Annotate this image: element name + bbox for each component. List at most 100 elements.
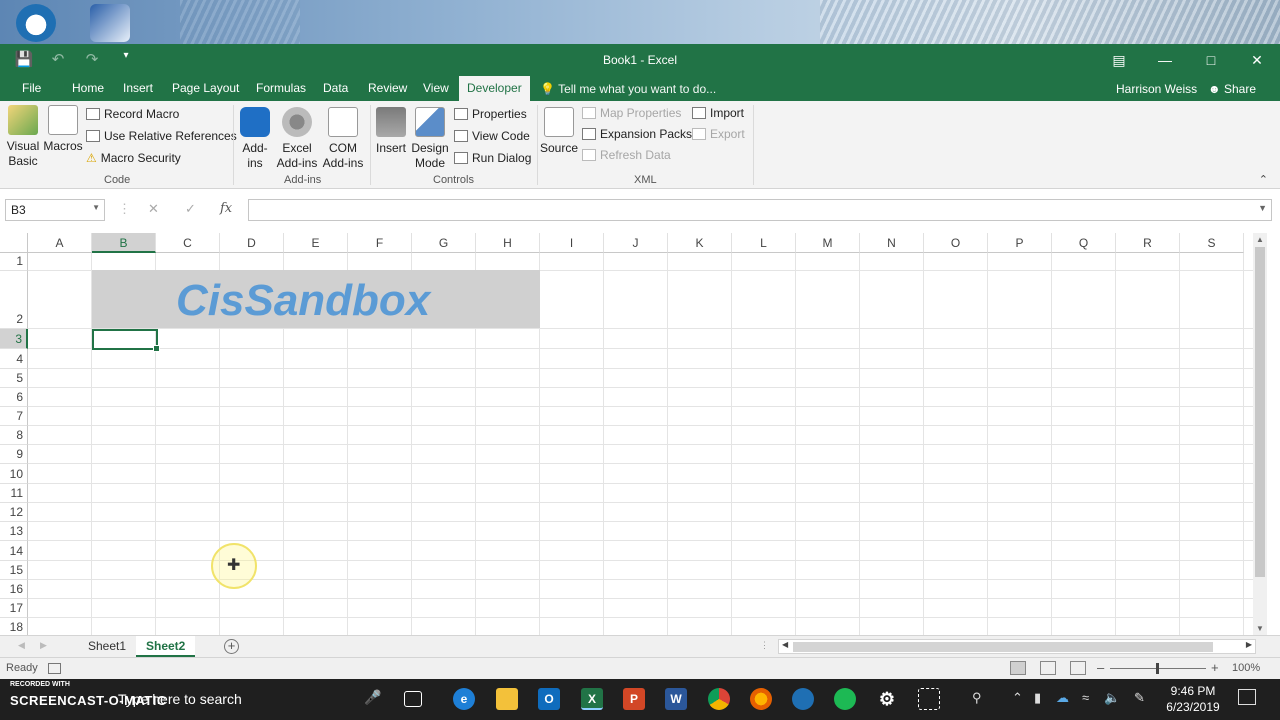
expansion-packs-button[interactable]: Expansion Packs [582, 127, 692, 141]
word-icon[interactable]: W [665, 688, 687, 710]
row-header-11[interactable]: 11 [0, 484, 28, 503]
run-dialog-button[interactable]: Run Dialog [454, 151, 531, 165]
collapse-ribbon-icon[interactable]: ⌃ [1259, 173, 1268, 186]
pen-icon[interactable]: ✎ [1134, 690, 1145, 706]
column-header-d[interactable]: D [220, 233, 284, 253]
macros-button[interactable]: Macros [42, 105, 84, 154]
column-header-g[interactable]: G [412, 233, 476, 253]
desktop-app-icon[interactable] [16, 4, 56, 42]
sheet-tab-sheet1[interactable]: Sheet1 [78, 636, 136, 657]
ribbon-display-options-icon[interactable]: ▤ [1096, 44, 1142, 76]
add-ins-button[interactable]: Add-ins [238, 107, 272, 171]
scroll-up-icon[interactable]: ▲ [1253, 235, 1267, 244]
column-header-n[interactable]: N [860, 233, 924, 253]
tell-me-search[interactable]: 💡 Tell me what you want to do... [540, 82, 716, 96]
column-header-s[interactable]: S [1180, 233, 1244, 253]
zoom-out-icon[interactable]: – [1097, 660, 1104, 675]
row-header-14[interactable]: 14 [0, 541, 28, 561]
add-sheet-icon[interactable]: + [224, 639, 239, 654]
macro-recording-icon[interactable] [48, 663, 61, 674]
snip-icon[interactable] [918, 688, 940, 710]
column-header-r[interactable]: R [1116, 233, 1180, 253]
worksheet-grid[interactable]: ABCDEFGHIJKLMNOPQRS 1 2 3 4 5 6 7 8 9 10 11 12 13 14 1… [0, 231, 1280, 635]
row-header-17[interactable]: 17 [0, 599, 28, 618]
row-header-8[interactable]: 8 [0, 426, 28, 445]
column-header-l[interactable]: L [732, 233, 796, 253]
enter-icon[interactable]: ✓ [185, 201, 196, 217]
desktop-network-icon[interactable] [90, 4, 130, 42]
zoom-in-icon[interactable]: + [1211, 660, 1219, 675]
column-header-e[interactable]: E [284, 233, 348, 253]
tab-developer[interactable]: Developer [459, 76, 530, 101]
outlook-icon[interactable]: O [538, 688, 560, 710]
volume-icon[interactable]: 🔈 [1104, 690, 1120, 706]
people-icon[interactable]: ⚲ [972, 690, 982, 706]
next-sheet-icon[interactable]: ▶ [40, 640, 47, 651]
column-header-i[interactable]: I [540, 233, 604, 253]
page-break-view-icon[interactable] [1070, 661, 1086, 675]
insert-function-icon[interactable]: fx [220, 201, 232, 216]
maximize-icon[interactable]: □ [1188, 44, 1234, 76]
battery-icon[interactable]: ▮ [1034, 690, 1041, 706]
vertical-scroll-thumb[interactable] [1255, 247, 1265, 577]
tab-view[interactable]: View [415, 76, 457, 101]
export-button[interactable]: Export [692, 127, 745, 141]
column-header-p[interactable]: P [988, 233, 1052, 253]
tab-review[interactable]: Review [360, 76, 415, 101]
refresh-data-button[interactable]: Refresh Data [582, 148, 671, 162]
app-icon[interactable] [792, 688, 814, 710]
show-hidden-icons-icon[interactable]: ⌃ [1012, 690, 1023, 706]
row-header-2[interactable]: 2 [0, 271, 28, 329]
row-header-5[interactable]: 5 [0, 369, 28, 388]
row-header-16[interactable]: 16 [0, 580, 28, 599]
file-explorer-icon[interactable] [496, 688, 518, 710]
close-icon[interactable]: ✕ [1234, 44, 1280, 76]
tab-formulas[interactable]: Formulas [248, 76, 314, 101]
row-header-12[interactable]: 12 [0, 503, 28, 522]
column-header-m[interactable]: M [796, 233, 860, 253]
row-header-6[interactable]: 6 [0, 388, 28, 407]
visual-basic-button[interactable]: Visual Basic [4, 105, 42, 169]
column-header-j[interactable]: J [604, 233, 668, 253]
insert-controls-button[interactable]: Insert [374, 107, 408, 156]
column-header-h[interactable]: H [476, 233, 540, 253]
row-header-10[interactable]: 10 [0, 464, 28, 484]
macro-security-button[interactable]: ⚠ Macro Security [86, 151, 181, 165]
tab-home[interactable]: Home [64, 76, 112, 101]
tab-insert[interactable]: Insert [115, 76, 161, 101]
banner-cell[interactable]: CisSandbox [92, 270, 540, 328]
chrome-icon[interactable] [708, 688, 730, 710]
selected-cell[interactable] [92, 329, 160, 352]
user-name[interactable]: Harrison Weiss [1116, 82, 1197, 96]
excel-add-ins-button[interactable]: Excel Add-ins [274, 107, 320, 171]
onedrive-icon[interactable]: ☁ [1056, 690, 1069, 706]
row-header-1[interactable]: 1 [0, 253, 28, 271]
design-mode-button[interactable]: Design Mode [410, 107, 450, 171]
zoom-level[interactable]: 100% [1232, 662, 1260, 674]
chevron-down-icon[interactable]: ▼ [92, 203, 100, 212]
record-macro-button[interactable]: Record Macro [86, 107, 179, 121]
scroll-left-icon[interactable]: ◀ [782, 640, 788, 649]
taskbar-search[interactable]: Type here to search [118, 691, 242, 707]
row-header-7[interactable]: 7 [0, 407, 28, 426]
sheet-tab-sheet2[interactable]: Sheet2 [136, 636, 196, 657]
column-header-q[interactable]: Q [1052, 233, 1116, 253]
row-header-4[interactable]: 4 [0, 349, 28, 369]
column-header-f[interactable]: F [348, 233, 412, 253]
excel-icon[interactable]: X [581, 688, 603, 710]
column-header-a[interactable]: A [28, 233, 92, 253]
column-header-b[interactable]: B [92, 233, 156, 253]
taskbar-clock[interactable]: 9:46 PM 6/23/2019 [1160, 683, 1226, 715]
vertical-scrollbar[interactable]: ▲ ▼ [1253, 233, 1267, 635]
tab-data[interactable]: Data [315, 76, 356, 101]
properties-button[interactable]: Properties [454, 107, 527, 121]
scroll-right-icon[interactable]: ▶ [1246, 640, 1252, 649]
map-properties-button[interactable]: Map Properties [582, 106, 681, 120]
column-header-k[interactable]: K [668, 233, 732, 253]
prev-sheet-icon[interactable]: ◀ [18, 640, 25, 651]
row-header-18[interactable]: 18 [0, 618, 28, 635]
column-header-c[interactable]: C [156, 233, 220, 253]
settings-gear-icon[interactable]: ⚙ [876, 688, 898, 710]
normal-view-icon[interactable] [1010, 661, 1026, 675]
row-header-15[interactable]: 15 [0, 561, 28, 580]
